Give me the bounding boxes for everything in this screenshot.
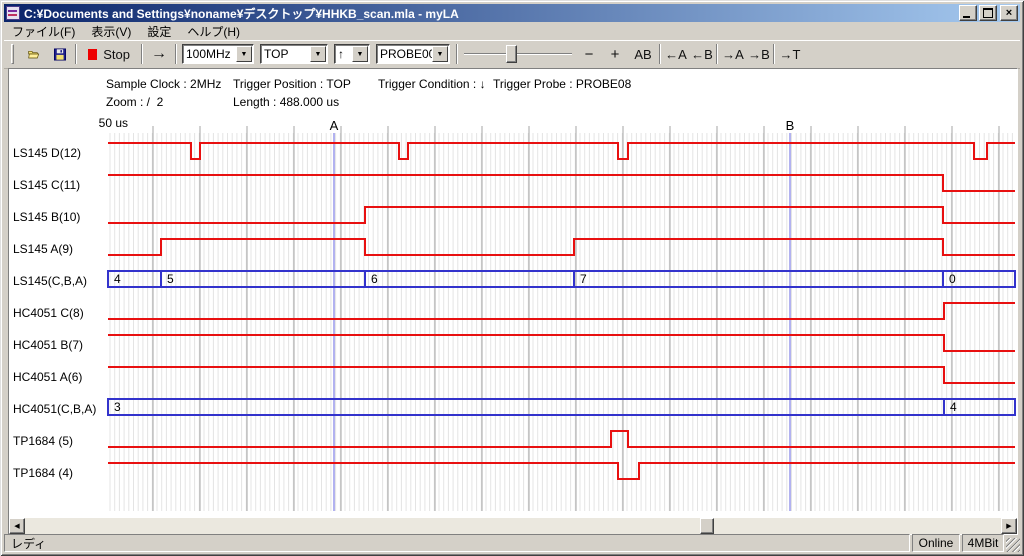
scrollbar-thumb[interactable] (700, 518, 714, 534)
channel-label: LS145 B(10) (13, 209, 80, 225)
chevron-down-icon[interactable]: ▼ (310, 46, 326, 62)
resize-grip-icon[interactable] (1006, 538, 1020, 552)
grid-minor-lines (110, 133, 1012, 511)
goto-marker-b-button[interactable]: ←B (690, 43, 714, 65)
waveform-panel: Sample Clock : 2MHz Trigger Position : T… (8, 68, 1018, 535)
minimize-icon (963, 16, 970, 18)
trigger-probe-combo[interactable]: PROBE00 ▼ (376, 44, 450, 64)
right-arrow-icon: → (151, 45, 167, 63)
trigger-position-combo[interactable]: TOP ▼ (260, 44, 328, 64)
sample-clock-combo[interactable]: 100MHz ▼ (182, 44, 254, 64)
bus-value: 3 (114, 400, 121, 414)
menu-bar: ファイル(F)表示(V)設定ヘルプ(H) (4, 23, 1020, 40)
chevron-down-icon[interactable]: ▼ (236, 46, 252, 62)
trigger-probe-value: PROBE00 (377, 47, 432, 61)
bus-value: 6 (371, 272, 378, 286)
open-folder-icon (28, 47, 40, 61)
stop-label: Stop (103, 47, 130, 62)
menu-item[interactable]: ヘルプ(H) (179, 22, 248, 41)
bus-value: 0 (949, 272, 956, 286)
bus-value: 7 (580, 272, 587, 286)
chevron-down-icon[interactable]: ▼ (432, 46, 448, 62)
bus-value: 4 (114, 272, 121, 286)
trigger-edge-value: ↑ (335, 47, 352, 61)
horizontal-scrollbar[interactable]: ◀ ▶ (9, 518, 1017, 534)
toolbar-separator (773, 44, 775, 64)
maximize-button[interactable] (979, 5, 997, 21)
stop-icon (88, 49, 97, 60)
menu-item[interactable]: ファイル(F) (4, 22, 83, 41)
goto-marker-a-button[interactable]: ←A (664, 43, 688, 65)
scroll-right-button[interactable]: ▶ (1001, 518, 1017, 534)
close-button[interactable]: × (1000, 5, 1018, 21)
zoom-slider[interactable] (464, 43, 572, 65)
chevron-down-icon[interactable]: ▼ (352, 46, 368, 62)
channel-label: LS145 D(12) (13, 145, 81, 161)
stop-button[interactable]: Stop (82, 43, 136, 65)
app-window: C:¥Documents and Settings¥noname¥デスクトップ¥… (0, 0, 1024, 556)
window-title: C:¥Documents and Settings¥noname¥デスクトップ¥… (24, 5, 957, 22)
sample-clock-value: 100MHz (183, 47, 236, 61)
status-online: Online (912, 534, 960, 552)
set-marker-a-button[interactable]: →A (721, 43, 745, 65)
menu-item[interactable]: 設定 (139, 22, 179, 41)
goto-trigger-button[interactable]: →T (778, 43, 802, 65)
marker-a-label: A (330, 118, 339, 133)
channel-label: LS145(C,B,A) (13, 273, 87, 289)
channel-label: LS145 A(9) (13, 241, 73, 257)
save-floppy-icon (54, 47, 66, 62)
ruler-label: 50 us (99, 116, 128, 130)
close-icon: × (1006, 8, 1012, 18)
single-run-button[interactable]: → (146, 43, 172, 65)
channel-label: HC4051 B(7) (13, 337, 83, 353)
menu-item[interactable]: 表示(V) (83, 22, 139, 41)
marker-b-label: B (786, 118, 795, 133)
status-ready: レディ (4, 534, 910, 552)
toolbar-separator (75, 44, 77, 64)
toolbar-separator (456, 44, 458, 64)
zoom-in-button[interactable]: + (604, 43, 626, 65)
slider-thumb[interactable] (506, 45, 517, 63)
channel-label: LS145 C(11) (13, 177, 80, 193)
trigger-position-value: TOP (261, 47, 310, 61)
scroll-left-icon: ◀ (14, 522, 19, 530)
open-button[interactable] (22, 43, 46, 65)
channel-label: HC4051 C(8) (13, 305, 84, 321)
toolbar: Stop → 100MHz ▼ TOP ▼ ↑ ▼ PROBE00 ▼ − + (4, 40, 1020, 69)
zoom-ab-button[interactable]: AB (630, 43, 656, 65)
toolbar-separator (175, 44, 177, 64)
trigger-edge-combo[interactable]: ↑ ▼ (334, 44, 370, 64)
toolbar-separator (716, 44, 718, 64)
status-bar: レディ Online 4MBit (4, 534, 1020, 552)
minimize-button[interactable] (959, 5, 977, 21)
channel-label: HC4051(C,B,A) (13, 401, 96, 417)
bus-value: 5 (167, 272, 174, 286)
scroll-left-button[interactable]: ◀ (9, 518, 25, 534)
channel-label: TP1684 (4) (13, 465, 73, 481)
status-memory: 4MBit (962, 534, 1004, 552)
slider-track (464, 53, 572, 55)
bus-value: 4 (950, 400, 957, 414)
zoom-out-button[interactable]: − (578, 43, 600, 65)
app-icon (6, 6, 20, 20)
scroll-right-icon: ▶ (1006, 522, 1011, 530)
channel-label: TP1684 (5) (13, 433, 73, 449)
toolbar-separator (141, 44, 143, 64)
waveform-display: 50 us A B 4 5 6 7 0 3 4 (9, 69, 1017, 517)
set-marker-b-button[interactable]: →B (747, 43, 771, 65)
maximize-icon (983, 8, 993, 18)
channel-label: HC4051 A(6) (13, 369, 82, 385)
title-bar: C:¥Documents and Settings¥noname¥デスクトップ¥… (4, 4, 1020, 22)
toolbar-gripper[interactable] (11, 44, 14, 64)
toolbar-separator (659, 44, 661, 64)
save-button[interactable] (48, 43, 72, 65)
